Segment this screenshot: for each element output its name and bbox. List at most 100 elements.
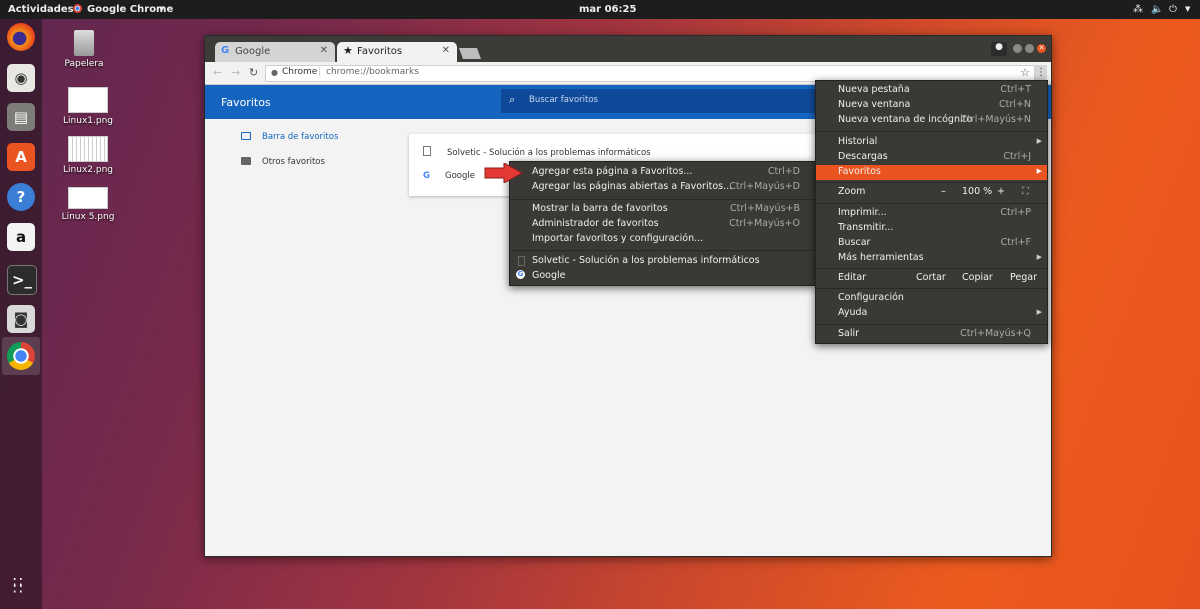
search-bookmarks-input[interactable]: ⌕ Buscar favoritos [501,89,841,113]
image-thumbnail-icon [68,187,108,209]
profile-icon[interactable]: ● [991,42,1007,56]
page-title: Favoritos [221,96,271,109]
tab-favoritos[interactable]: ★ Favoritos ✕ [337,42,457,62]
cut-button[interactable]: Cortar [916,272,946,283]
power-icon[interactable]: ⏻ [1169,4,1177,15]
sidebar-item-barra-de-favoritos[interactable]: Barra de favoritos [241,132,338,142]
paste-button[interactable]: Pegar [1010,272,1037,283]
menu-item-incognito[interactable]: Nueva ventana de incógnito Ctrl+Mayús+N [816,113,1047,128]
desktop-icon-file[interactable]: Linux2.png [58,136,118,175]
desktop-icon-file[interactable]: Linux 5.png [58,187,118,222]
list-item[interactable]: G Google [423,171,475,181]
fullscreen-icon[interactable]: ⛶ [1022,186,1029,197]
page-icon [518,256,525,266]
tab-google[interactable]: G Google ✕ [215,42,335,62]
menu-item-new-window[interactable]: Nueva ventana Ctrl+N [816,98,1047,113]
chrome-app-icon [73,4,82,13]
bookmark-star-icon[interactable]: ☆ [1020,66,1030,79]
menu-item-add-page[interactable]: Agregar esta página a Favoritos... Ctrl+D [510,165,816,180]
dock: ◉ ▤ A ? a >_ ◙ ∷ ∷ [0,19,42,609]
image-thumbnail-icon [68,87,108,113]
volume-icon[interactable]: 🔈 [1151,4,1163,15]
software-center-icon[interactable]: A [7,143,35,171]
desktop-icon-file[interactable]: Linux1.png [58,87,118,126]
menu-item-bookmark-solvetic[interactable]: Solvetic - Solución a los problemas info… [510,254,816,269]
submenu-arrow-icon: ▶ [1036,137,1042,145]
chevron-down-icon[interactable]: ▼ [159,5,164,13]
screenshot-icon[interactable]: ◙ [7,305,35,333]
menu-item-show-bookmarks-bar[interactable]: Mostrar la barra de favoritos Ctrl+Mayús+… [510,202,816,217]
menu-item-import-bookmarks[interactable]: Importar favoritos y configuración... [510,232,816,247]
menu-separator [510,250,816,251]
menu-item-cast[interactable]: Transmitir... [816,221,1047,236]
menu-item-bookmark-google[interactable]: G Google [510,269,816,284]
sidebar-item-label: Barra de favoritos [262,132,339,142]
rhythmbox-icon[interactable]: ◉ [7,64,35,92]
clock[interactable]: mar 06:25 [579,4,636,15]
close-tab-icon[interactable]: ✕ [320,45,328,56]
menu-item-exit[interactable]: Salir Ctrl+Mayús+Q [816,327,1047,342]
menu-item-help[interactable]: Ayuda ▶ [816,306,1047,321]
chrome-main-menu: Nueva pestaña Ctrl+T Nueva ventana Ctrl+N … [815,80,1048,344]
sidebar-item-otros-favoritos[interactable]: Otros favoritos [241,157,325,167]
zoom-level: 100 % [962,186,993,197]
submenu-arrow-icon: ▶ [1036,308,1042,316]
minimize-button[interactable] [1013,44,1022,53]
menu-item-add-open-pages[interactable]: Agregar las páginas abiertas a Favoritos… [510,180,816,195]
search-icon: ⌕ [509,93,516,106]
terminal-icon[interactable]: >_ [7,265,37,295]
submenu-arrow-icon: ▶ [1036,167,1042,175]
menu-item-zoom: Zoom – 100 % + ⛶ [838,186,1029,197]
red-arrow-annotation [484,163,524,183]
close-window-button[interactable]: ✕ [1037,44,1046,53]
folder-open-icon [241,132,251,140]
menu-item-settings[interactable]: Configuración [816,291,1047,306]
desktop-icon-label: Linux 5.png [61,212,115,222]
favorites-submenu: Agregar esta página a Favoritos... Ctrl+D… [509,161,817,286]
bookmark-title: Google [444,171,475,181]
system-menu-chevron-icon[interactable]: ▼ [1185,5,1190,13]
image-thumbnail-icon [68,136,108,162]
address-url: chrome://bookmarks [326,67,419,77]
star-icon: ★ [343,44,353,57]
desktop-icon-label: Linux1.png [63,116,113,126]
files-icon[interactable]: ▤ [7,103,35,131]
address-divider: | [318,66,322,77]
menu-separator [816,268,1047,269]
help-icon[interactable]: ? [7,183,35,211]
address-site: Chrome [282,67,318,77]
reload-icon[interactable]: ↻ [249,66,258,79]
forward-icon[interactable]: → [231,66,240,79]
page-icon [423,146,431,156]
chrome-dock-icon[interactable] [7,342,35,370]
amazon-icon[interactable]: a [7,223,35,251]
new-tab-button[interactable] [458,48,482,59]
maximize-button[interactable] [1025,44,1034,53]
menu-item-history[interactable]: Historial ▶ [816,135,1047,150]
firefox-icon[interactable] [7,23,35,51]
chrome-menu-button[interactable]: ⋮ [1035,65,1047,80]
desktop-icon-label: Papelera [64,59,104,69]
network-icon[interactable]: ⁂ [1133,4,1143,15]
desktop-icon-trash[interactable]: Papelera [54,30,114,69]
close-tab-icon[interactable]: ✕ [442,45,450,56]
menu-item-favorites[interactable]: Favoritos ▶ [816,165,1047,180]
back-icon[interactable]: ← [213,66,222,79]
menu-item-more-tools[interactable]: Más herramientas ▶ [816,251,1047,266]
menu-separator [816,288,1047,289]
google-favicon-icon: G [221,45,230,56]
zoom-in-button[interactable]: + [997,186,1005,197]
copy-button[interactable]: Copiar [962,272,993,283]
menu-item-bookmark-manager[interactable]: Administrador de favoritos Ctrl+Mayús+O [510,217,816,232]
search-placeholder: Buscar favoritos [529,95,598,105]
menu-item-print[interactable]: Imprimir... Ctrl+P [816,206,1047,221]
menu-item-downloads[interactable]: Descargas Ctrl+J [816,150,1047,165]
list-item[interactable]: Solvetic - Solución a los problemas info… [423,146,651,158]
menu-item-new-tab[interactable]: Nueva pestaña Ctrl+T [816,83,1047,98]
menu-separator [816,324,1047,325]
desktop-icon-label: Linux2.png [63,165,113,175]
zoom-out-button[interactable]: – [941,186,946,197]
activities-button[interactable]: Actividades [8,4,74,15]
show-apps-icon[interactable]: ∷ ∷ [13,575,24,597]
menu-item-find[interactable]: Buscar Ctrl+F [816,236,1047,251]
